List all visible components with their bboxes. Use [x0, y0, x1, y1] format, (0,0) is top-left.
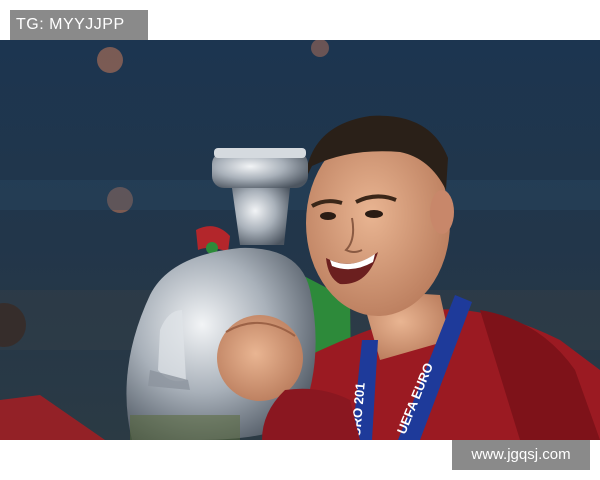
watermark-url: www.jgqsj.com: [452, 440, 590, 470]
watermark-top: TG: MYYJJPP: [10, 10, 148, 40]
celebration-photo: URO 201 UEFA EURO: [0, 40, 600, 440]
